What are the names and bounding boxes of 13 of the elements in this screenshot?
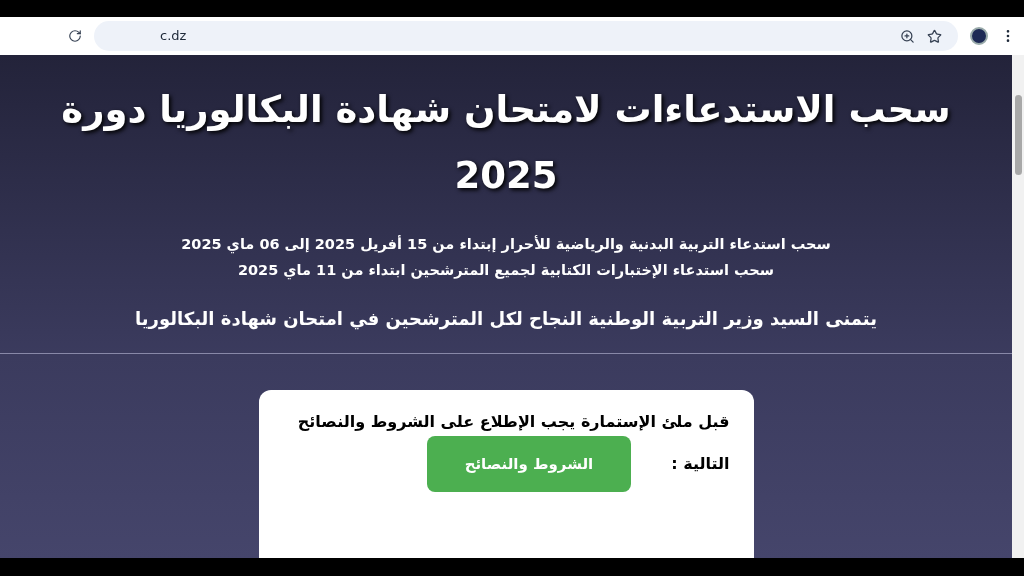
scrollbar[interactable] bbox=[1012, 55, 1024, 558]
reload-icon[interactable] bbox=[68, 29, 82, 43]
card-label: التالية : bbox=[671, 453, 730, 475]
page-title: سحب الاستدعاءات لامتحان شهادة البكالوريا دورة 2025 bbox=[60, 87, 952, 199]
card-text: قبل ملئ الإستمارة يجب الإطلاع على الشروط والنصائح bbox=[296, 411, 730, 433]
notice-text: سحب استدعاء التربية البدنية والرياضية للأحرار إبتداء من 15 أفريل 2025 إلى 06 ماي 2025 bbox=[181, 234, 831, 255]
notice-text: سحب استدعاء الإختبارات الكتابية لجميع المترشحين ابتداء من 11 ماي 2025 bbox=[237, 261, 775, 281]
address-bar[interactable]: c.dz bbox=[94, 21, 958, 51]
zoom-icon[interactable] bbox=[900, 28, 915, 44]
wish-text: يتمنى السيد وزير التربية الوطنية النجاح لكل المترشحين في امتحان شهادة البكالوريا bbox=[135, 307, 877, 332]
profile-avatar[interactable] bbox=[970, 27, 988, 45]
url-text: c.dz bbox=[160, 27, 188, 46]
bookmark-star-icon[interactable] bbox=[927, 28, 942, 44]
